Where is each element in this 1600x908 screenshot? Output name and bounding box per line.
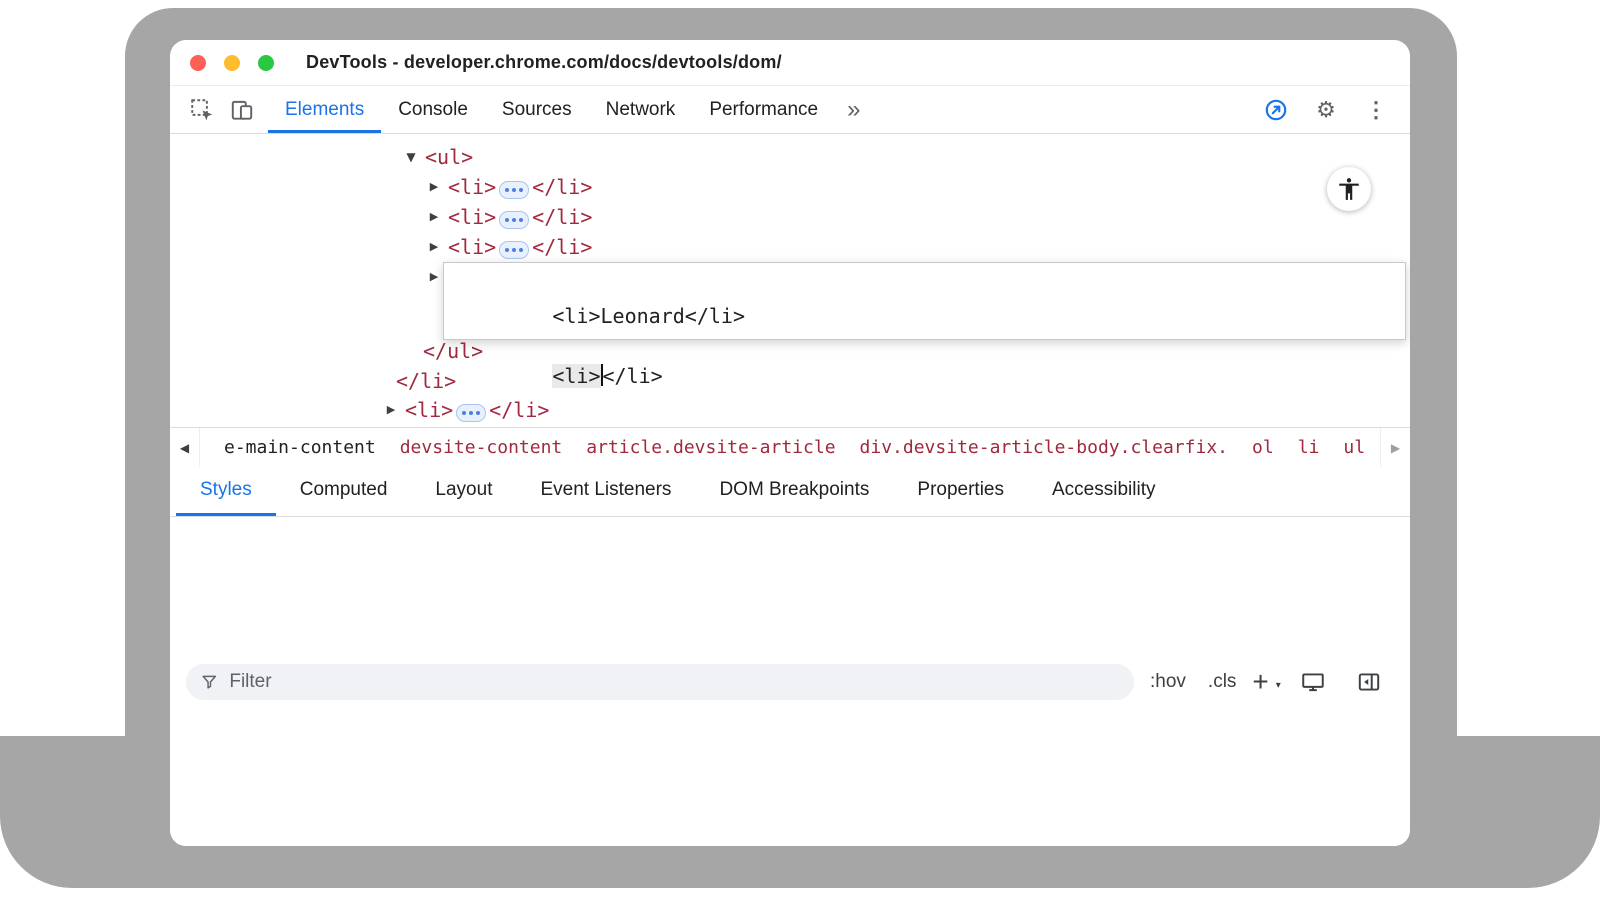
- screenshot-root: DevTools - developer.chrome.com/docs/dev…: [0, 0, 1600, 908]
- toolbar-tabs: ElementsConsoleSourcesNetworkPerformance: [268, 86, 835, 133]
- ellipsis-expand-button[interactable]: [499, 211, 529, 229]
- code-token: <li>: [448, 175, 496, 199]
- panel-tab-properties[interactable]: Properties: [893, 467, 1028, 516]
- disclosure-right-icon[interactable]: ▶: [424, 172, 444, 202]
- breadcrumb: ◀ e-main-content devsite-content article.d…: [170, 427, 1410, 467]
- panel-tab-computed[interactable]: Computed: [276, 467, 412, 516]
- breadcrumb-item[interactable]: div.devsite-article-body.clearfix.: [860, 437, 1228, 458]
- close-button[interactable]: [190, 55, 206, 71]
- rendering-monitor-icon: [1300, 669, 1326, 695]
- panel-tab-event-listeners[interactable]: Event Listeners: [516, 467, 695, 516]
- more-tabs-icon: »: [847, 96, 860, 124]
- minimize-button[interactable]: [224, 55, 240, 71]
- new-style-rule-button[interactable]: +▾: [1252, 671, 1276, 693]
- toggle-sidebar-button[interactable]: [1349, 669, 1389, 695]
- breadcrumb-item[interactable]: ul: [1343, 437, 1365, 458]
- toggle-cls-button[interactable]: .cls: [1208, 671, 1237, 693]
- settings-button[interactable]: ⚙: [1306, 99, 1346, 121]
- plus-icon: +: [1252, 666, 1268, 697]
- tab-console[interactable]: Console: [381, 86, 485, 133]
- ellipsis-expand-button[interactable]: [499, 241, 529, 259]
- edit-line-1: <li>Leonard</li>: [552, 304, 745, 328]
- code-token: <li>: [448, 235, 496, 259]
- inspect-element-button[interactable]: [182, 86, 222, 133]
- panel-tab-styles[interactable]: Styles: [176, 467, 276, 516]
- disclosure-down-icon[interactable]: ▼: [401, 142, 421, 172]
- more-tabs-button[interactable]: »: [835, 86, 872, 133]
- disclosure-right-icon[interactable]: ▶: [424, 232, 444, 262]
- code-token: <ul>: [425, 145, 473, 169]
- code-token: </li>: [532, 235, 592, 259]
- rendering-button[interactable]: [1293, 669, 1333, 695]
- disclosure-right-icon[interactable]: ▶: [424, 262, 444, 292]
- kebab-menu-icon: ⋮: [1365, 99, 1387, 121]
- breadcrumb-item[interactable]: ol: [1252, 437, 1274, 458]
- settings-gear-icon: ⚙: [1316, 99, 1336, 121]
- breadcrumb-scroll-left-button[interactable]: ◀: [170, 428, 200, 467]
- zoom-button[interactable]: [258, 55, 274, 71]
- dom-tree-line[interactable]: ▼<ul>: [425, 142, 473, 172]
- breadcrumb-item[interactable]: li: [1298, 437, 1320, 458]
- device-toolbar-icon: [229, 97, 255, 123]
- sidebar-panel-tabs: StylesComputedLayoutEvent ListenersDOM B…: [170, 467, 1410, 517]
- devtools-menu-button[interactable]: ⋮: [1356, 99, 1396, 121]
- panel-tab-accessibility[interactable]: Accessibility: [1028, 467, 1179, 516]
- dom-tree: <li>Leonard</li> <li></li> ▼<ul>▶<li></l…: [170, 134, 1410, 427]
- code-token: </li>: [396, 369, 456, 393]
- device-toolbar-button[interactable]: [222, 86, 262, 133]
- code-token: </ul>: [423, 339, 483, 363]
- dom-tree-line[interactable]: ▶<li></li>: [448, 232, 592, 262]
- devtools-toolbar: ElementsConsoleSourcesNetworkPerformance…: [170, 86, 1410, 134]
- edit-line-2-open-tag: <li>: [552, 364, 600, 388]
- window-titlebar: DevTools - developer.chrome.com/docs/dev…: [170, 40, 1410, 86]
- devtools-window: DevTools - developer.chrome.com/docs/dev…: [170, 40, 1410, 846]
- arrow-circle-icon: [1263, 97, 1289, 123]
- code-token: </li>: [532, 205, 592, 229]
- filter-input[interactable]: [229, 671, 1120, 693]
- sidebar-toggle-icon: [1356, 669, 1382, 695]
- inspect-cursor-icon: [189, 97, 215, 123]
- disclosure-right-icon[interactable]: ▶: [381, 395, 401, 425]
- breadcrumb-items: e-main-content devsite-content article.dev…: [200, 433, 1410, 462]
- dom-tree-line[interactable]: ▶<li></li>: [448, 172, 592, 202]
- code-token: <li>: [448, 205, 496, 229]
- accessibility-button[interactable]: [1327, 167, 1371, 211]
- breadcrumb-item[interactable]: e-main-content: [224, 437, 376, 458]
- arrow-circle-button[interactable]: [1256, 97, 1296, 123]
- tab-elements[interactable]: Elements: [268, 86, 381, 133]
- window-title: DevTools - developer.chrome.com/docs/dev…: [306, 52, 782, 73]
- dom-tree-line[interactable]: ▶<li></li>: [448, 202, 592, 232]
- dom-edit-box[interactable]: <li>Leonard</li> <li></li>: [443, 262, 1406, 340]
- code-token: </li>: [532, 175, 592, 199]
- style-filter-field[interactable]: [186, 664, 1134, 700]
- code-token: <li>: [405, 398, 453, 422]
- toolbar-right-icons: ⚙ ⋮: [1256, 86, 1410, 133]
- tab-network[interactable]: Network: [589, 86, 693, 133]
- crumb-left-arrow-icon: ◀: [180, 441, 189, 455]
- dom-tree-line[interactable]: </li>: [396, 366, 456, 396]
- accessibility-person-icon: [1336, 176, 1362, 202]
- crumb-right-arrow-icon: ▶: [1391, 441, 1400, 455]
- disclosure-right-icon[interactable]: ▶: [424, 202, 444, 232]
- funnel-icon: [200, 672, 219, 692]
- breadcrumb-scroll-right-button[interactable]: ▶: [1380, 428, 1410, 467]
- panel-tab-dom-breakpoints[interactable]: DOM Breakpoints: [695, 467, 893, 516]
- filter-toggle-buttons: :hov .cls: [1150, 671, 1236, 693]
- toggle-hov-button[interactable]: :hov: [1150, 671, 1186, 693]
- breadcrumb-item[interactable]: devsite-content: [400, 437, 563, 458]
- styles-filter-bar: :hov.cls +▾: [170, 517, 1410, 846]
- panel-tab-layout[interactable]: Layout: [411, 467, 516, 516]
- edit-line-2-close-tag: </li>: [603, 364, 663, 388]
- ellipsis-expand-button[interactable]: [499, 181, 529, 199]
- plus-caret-icon: ▾: [1276, 675, 1281, 697]
- tab-performance[interactable]: Performance: [692, 86, 835, 133]
- breadcrumb-item[interactable]: article.devsite-article: [586, 437, 835, 458]
- tab-sources[interactable]: Sources: [485, 86, 589, 133]
